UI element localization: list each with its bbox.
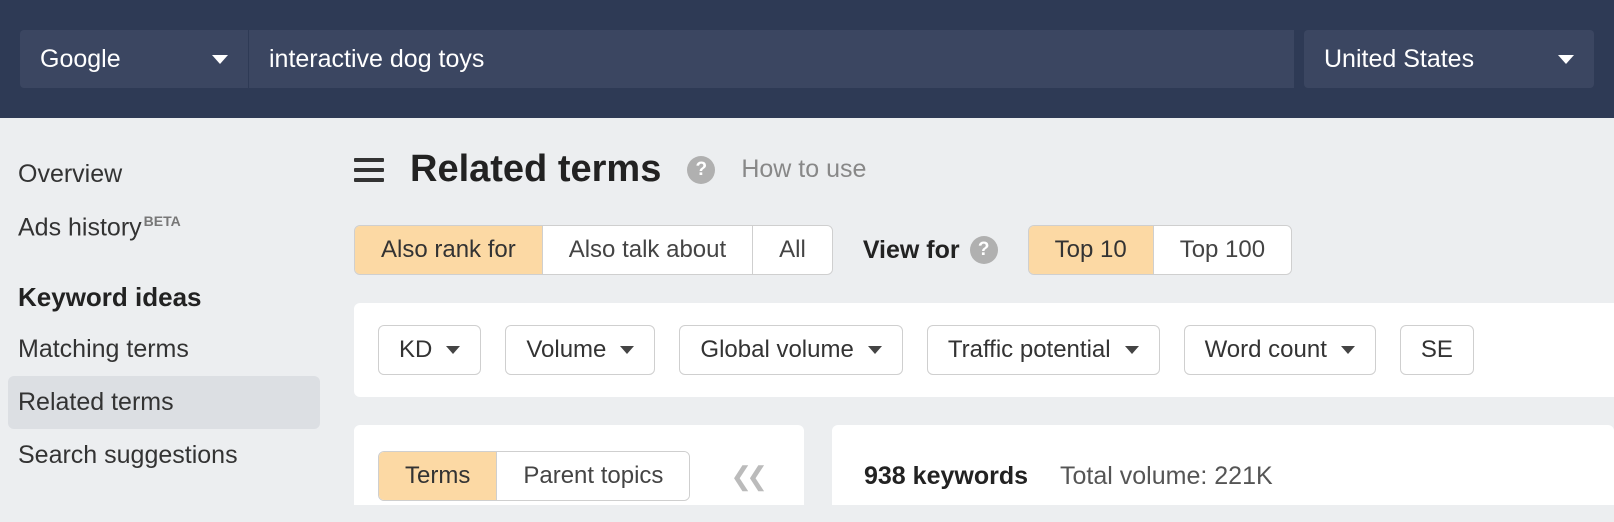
- seg-also-rank-for[interactable]: Also rank for: [355, 226, 543, 274]
- sidebar: Overview Ads history Keyword ideas Match…: [0, 118, 324, 522]
- chevron-down-icon: [1558, 55, 1574, 64]
- sidebar-item-overview[interactable]: Overview: [18, 148, 310, 201]
- how-to-use-link[interactable]: How to use: [741, 155, 866, 184]
- seg-top-100[interactable]: Top 100: [1154, 226, 1291, 274]
- seg-also-talk-about[interactable]: Also talk about: [543, 226, 753, 274]
- keyword-count: 938 keywords: [864, 462, 1028, 491]
- chevron-down-icon: [620, 346, 634, 354]
- keyword-search-input[interactable]: [269, 45, 1274, 74]
- sidebar-item-matching-terms[interactable]: Matching terms: [18, 323, 310, 376]
- help-icon[interactable]: ?: [687, 156, 715, 184]
- keyword-count-number: 938: [864, 462, 906, 490]
- collapse-icon[interactable]: ❮❮: [730, 461, 762, 492]
- tab-parent-topics[interactable]: Parent topics: [497, 452, 689, 500]
- filter-label: Word count: [1205, 336, 1327, 364]
- page-title: Related terms: [410, 148, 661, 191]
- chevron-down-icon: [1125, 346, 1139, 354]
- filter-traffic-potential[interactable]: Traffic potential: [927, 325, 1160, 375]
- country-label: United States: [1324, 45, 1474, 74]
- terms-tab-group: Terms Parent topics: [378, 451, 690, 501]
- filter-volume[interactable]: Volume: [505, 325, 655, 375]
- chevron-down-icon: [1341, 346, 1355, 354]
- sidebar-item-ads-history[interactable]: Ads history: [18, 201, 310, 254]
- sidebar-item-search-suggestions[interactable]: Search suggestions: [18, 429, 310, 482]
- total-volume: Total volume: 221K: [1060, 462, 1273, 491]
- keyword-count-label: keywords: [913, 462, 1028, 490]
- filter-global-volume[interactable]: Global volume: [679, 325, 902, 375]
- sidebar-item-related-terms[interactable]: Related terms: [8, 376, 320, 429]
- view-for-text: View for: [863, 236, 960, 265]
- filter-kd[interactable]: KD: [378, 325, 481, 375]
- chevron-down-icon: [212, 55, 228, 64]
- country-select[interactable]: United States: [1304, 30, 1594, 88]
- filter-label: Volume: [526, 336, 606, 364]
- help-icon[interactable]: ?: [970, 236, 998, 264]
- filter-label: Traffic potential: [948, 336, 1111, 364]
- chevron-down-icon: [446, 346, 460, 354]
- total-volume-label: Total volume:: [1060, 462, 1207, 490]
- summary-panel: 938 keywords Total volume: 221K: [832, 425, 1614, 505]
- view-for-label: View for ?: [863, 236, 998, 265]
- top-bar: Google United States: [0, 0, 1614, 118]
- filter-label: KD: [399, 336, 432, 364]
- filter-label: SE: [1421, 336, 1453, 364]
- sidebar-heading-keyword-ideas: Keyword ideas: [18, 254, 310, 323]
- menu-icon[interactable]: [354, 158, 384, 182]
- rank-mode-group: Also rank for Also talk about All: [354, 225, 833, 275]
- filter-bar: KD Volume Global volume Traffic potentia…: [354, 303, 1614, 397]
- filter-serp[interactable]: SE: [1400, 325, 1474, 375]
- filter-label: Global volume: [700, 336, 853, 364]
- content: Related terms ? How to use Also rank for…: [324, 118, 1614, 522]
- seg-top-10[interactable]: Top 10: [1029, 226, 1154, 274]
- filter-word-count[interactable]: Word count: [1184, 325, 1376, 375]
- search-engine-label: Google: [40, 45, 121, 74]
- chevron-down-icon: [868, 346, 882, 354]
- page-header: Related terms ? How to use: [354, 148, 1614, 191]
- terms-panel: Terms Parent topics ❮❮: [354, 425, 804, 505]
- tab-terms[interactable]: Terms: [379, 452, 497, 500]
- results-row: Terms Parent topics ❮❮ 938 keywords Tota…: [354, 425, 1614, 505]
- search-engine-select[interactable]: Google: [20, 30, 248, 88]
- top-n-group: Top 10 Top 100: [1028, 225, 1292, 275]
- keyword-search-box[interactable]: [249, 30, 1294, 88]
- seg-all[interactable]: All: [753, 226, 832, 274]
- total-volume-value: 221K: [1214, 462, 1272, 490]
- main-layout: Overview Ads history Keyword ideas Match…: [0, 118, 1614, 522]
- toggle-row: Also rank for Also talk about All View f…: [354, 225, 1614, 275]
